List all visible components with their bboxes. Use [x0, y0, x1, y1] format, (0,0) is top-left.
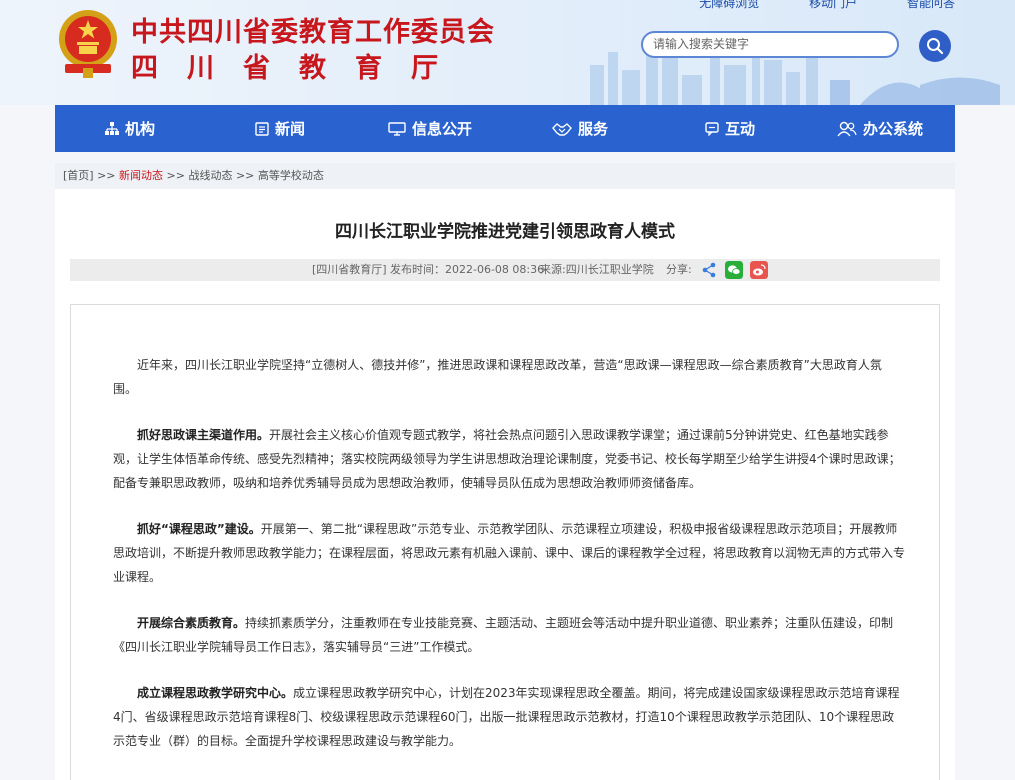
- paragraph-lead: 成立课程思政教学研究中心。: [137, 686, 294, 700]
- search-button[interactable]: [919, 30, 951, 62]
- search-icon: [927, 38, 944, 55]
- article-origin: 来源:四川长江职业学院: [540, 263, 654, 276]
- nav-item-organization[interactable]: 机构: [55, 105, 205, 152]
- nav-item-interaction[interactable]: 互动: [655, 105, 805, 152]
- article-paragraph: 抓好思政课主渠道作用。开展社会主义核心价值观专题式教学，将社会热点问题引入思政课…: [113, 423, 905, 495]
- nav-label: 互动: [724, 120, 755, 138]
- article-body: 近年来，四川长江职业学院坚持“立德树人、德技并修”，推进思政课和课程思政改革，营…: [70, 304, 940, 780]
- wechat-icon[interactable]: [725, 261, 743, 279]
- newspaper-icon: [255, 121, 269, 136]
- nav-label: 新闻: [274, 120, 305, 138]
- national-emblem-icon: [59, 10, 117, 78]
- site-title-department: 四川省教育厅: [131, 53, 467, 84]
- paragraph-lead: 开展综合素质教育。: [137, 616, 246, 630]
- weibo-icon[interactable]: [750, 261, 768, 279]
- nav-item-office-system[interactable]: 办公系统: [805, 105, 955, 152]
- source-tag: [四川省教育厅]: [312, 263, 387, 276]
- users-icon: [837, 121, 857, 136]
- breadcrumb-news[interactable]: 新闻动态: [119, 169, 163, 182]
- nav-label: 办公系统: [862, 120, 923, 138]
- search-input[interactable]: 请输入搜索关键字: [641, 31, 899, 58]
- article-paragraph: 抓好“课程思政”建设。开展第一、第二批“课程思政”示范专业、示范教学团队、示范课…: [113, 517, 905, 589]
- paragraph-lead: 抓好思政课主渠道作用。: [137, 428, 270, 442]
- share-label: 分享:: [666, 263, 692, 276]
- nav-label: 机构: [124, 120, 155, 138]
- handshake-icon: [552, 122, 572, 136]
- article-container: 四川长江职业学院推进党建引领思政育人模式 [四川省教育厅] 发布时间：2022-…: [55, 189, 955, 780]
- nav-item-news[interactable]: 新闻: [205, 105, 355, 152]
- breadcrumb-frontline[interactable]: 战线动态: [188, 169, 232, 182]
- breadcrumb-sep: >>: [97, 169, 116, 182]
- monitor-icon: [388, 121, 406, 136]
- paragraph-text: 近年来，四川长江职业学院坚持“立德树人、德技并修”，推进思政课和课程思政改革，营…: [113, 358, 882, 396]
- article-paragraph: 开展综合素质教育。持续抓素质学分，注重教师在专业技能竞赛、主题活动、主题班会等活…: [113, 611, 905, 659]
- article-paragraph: 近年来，四川长江职业学院坚持“立德树人、德技并修”，推进思政课和课程思政改革，营…: [113, 353, 905, 401]
- nav-label: 服务: [577, 120, 608, 138]
- breadcrumb-sep: >>: [235, 169, 255, 182]
- breadcrumb-universities[interactable]: 高等学校动态: [258, 169, 324, 182]
- nav-item-services[interactable]: 服务: [505, 105, 655, 152]
- breadcrumb-sep: >>: [166, 169, 185, 182]
- accessibility-link[interactable]: 无障碍浏览: [699, 0, 759, 10]
- article-meta-bar: [四川省教育厅] 发布时间：2022-06-08 08:36 来源:四川长江职业…: [70, 259, 940, 281]
- nav-label: 信息公开: [411, 120, 472, 138]
- mobile-portal-link[interactable]: 移动门户: [809, 0, 857, 10]
- org-chart-icon: [104, 121, 119, 135]
- smart-qa-link[interactable]: 智能问答: [907, 0, 955, 10]
- share-icon[interactable]: [700, 261, 718, 279]
- breadcrumb-home[interactable]: [首页]: [63, 169, 94, 182]
- breadcrumb: [首页] >> 新闻动态 >> 战线动态 >> 高等学校动态: [55, 163, 955, 189]
- main-nav: 机构 新闻 信息公开 服务 互动 办公系统: [55, 105, 955, 152]
- article-title: 四川长江职业学院推进党建引领思政育人模式: [335, 222, 675, 242]
- top-links: 无障碍浏览 移动门户 智能问答: [653, 0, 955, 11]
- chat-icon: [705, 121, 719, 136]
- paragraph-lead: 抓好“课程思政”建设。: [137, 522, 261, 536]
- article-paragraph: 成立课程思政教学研究中心。成立课程思政教学研究中心，计划在2023年实现课程思政…: [113, 681, 905, 753]
- site-header: 无障碍浏览 移动门户 智能问答 中共四川省委教育工作委员会 四川省教育厅 请输入…: [0, 0, 1015, 105]
- publish-time: 发布时间：2022-06-08 08:36: [390, 263, 545, 276]
- nav-item-info-disclosure[interactable]: 信息公开: [355, 105, 505, 152]
- site-title-committee: 中共四川省委教育工作委员会: [131, 17, 495, 48]
